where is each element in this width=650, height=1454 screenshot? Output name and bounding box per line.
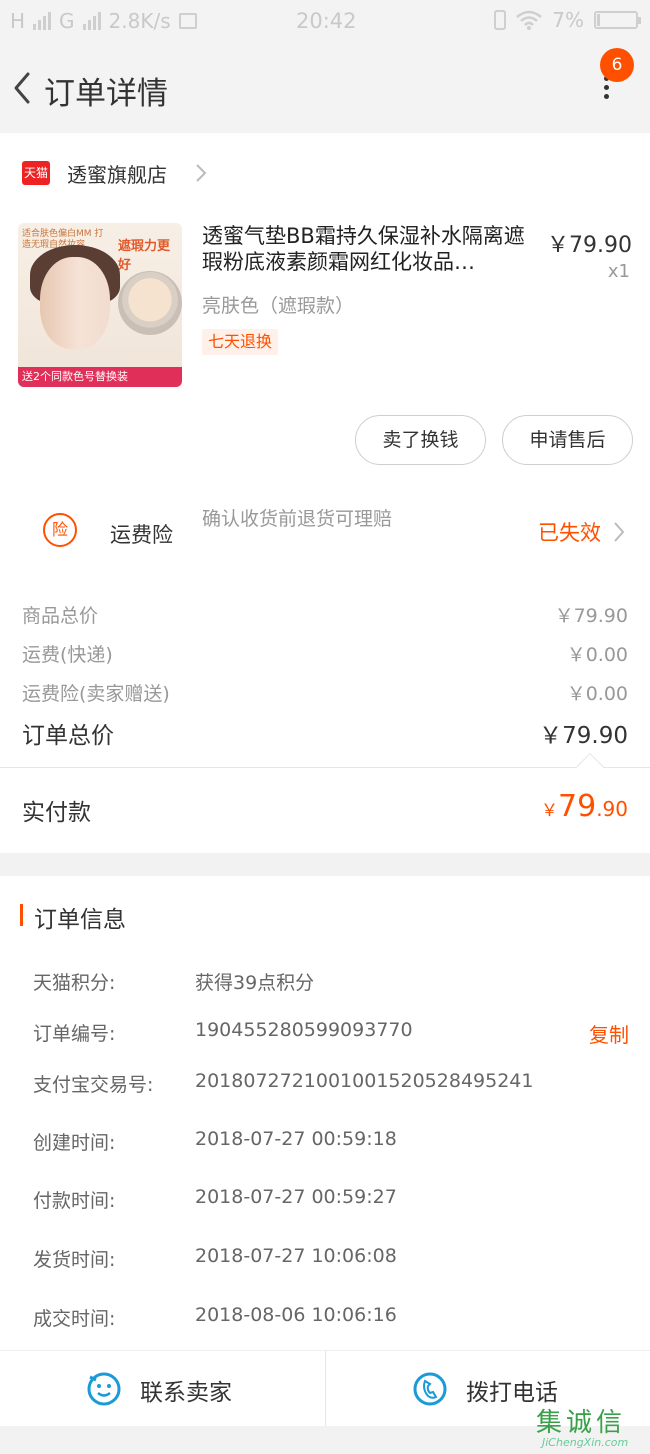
watermark-url: JiChengXin.com — [542, 1436, 629, 1449]
chevron-right-icon — [196, 164, 207, 182]
summary-row-insurance: 运费险(卖家赠送) ￥0.00 — [22, 679, 628, 705]
order-info-card: 订单信息 天猫积分: 获得39点积分 订单编号: 190455280599093… — [0, 876, 650, 1350]
paid-decimal: .90 — [596, 797, 628, 821]
insurance-name: 运费险 — [110, 523, 173, 547]
product-image[interactable]: 适合肤色偏白MM 打造无瑕自然妆容 遮瑕力更好 送2个同款色号替换装 — [18, 223, 182, 387]
model-face — [40, 257, 110, 349]
info-row-created: 创建时间: 2018-07-27 00:59:18 — [33, 1128, 629, 1154]
info-key: 支付宝交易号: — [33, 1074, 154, 1096]
info-value: 2018-08-06 10:06:16 — [195, 1304, 397, 1326]
info-value: 2018-07-27 00:59:27 — [195, 1186, 397, 1208]
summary-row-goods: 商品总价 ￥79.90 — [22, 601, 628, 627]
summary-value: ￥0.00 — [566, 644, 628, 666]
product-image-headline: 遮瑕力更好 — [118, 239, 171, 273]
chat-bubble-icon — [87, 1372, 121, 1406]
order-total-label: 订单总价 — [22, 723, 114, 749]
order-total-row: 订单总价 ￥79.90 — [22, 716, 628, 749]
paid-label: 实付款 — [22, 800, 91, 826]
tmall-logo: 天猫 — [22, 161, 50, 185]
divider — [0, 767, 650, 768]
info-row-shipped: 发货时间: 2018-07-27 10:06:08 — [33, 1245, 629, 1271]
notification-icon — [178, 13, 197, 29]
cushion-compact — [118, 271, 182, 335]
divider-notch — [575, 752, 605, 782]
copy-button[interactable]: 复制 — [589, 1019, 629, 1048]
phone-icon — [413, 1372, 447, 1406]
page-title: 订单详情 — [44, 76, 168, 112]
info-row-paid: 付款时间: 2018-07-27 00:59:27 — [33, 1186, 629, 1212]
info-key: 付款时间: — [33, 1190, 116, 1212]
order-info-title: 订单信息 — [34, 907, 126, 933]
summary-label: 运费险(卖家赠送) — [22, 683, 170, 705]
info-row-alipay-id: 支付宝交易号: 2018072721001001520528495241 — [33, 1070, 629, 1096]
signal-icon-2 — [82, 12, 101, 30]
shop-name[interactable]: 透蜜旗舰店 — [67, 159, 167, 188]
info-row-completed: 成交时间: 2018-08-06 10:06:16 — [33, 1304, 629, 1330]
info-value: 190455280599093770 — [195, 1019, 413, 1041]
paid-amount: ￥79.90 — [541, 789, 628, 824]
info-value: 2018-07-27 00:59:18 — [195, 1128, 397, 1150]
info-key: 创建时间: — [33, 1132, 116, 1154]
product-price: ￥79.90 — [547, 233, 632, 258]
info-key: 成交时间: — [33, 1308, 116, 1330]
order-total-value: ￥79.90 — [539, 723, 628, 749]
contact-seller-label: 联系卖家 — [140, 1380, 232, 1406]
info-value: 2018072721001001520528495241 — [195, 1070, 534, 1092]
paid-integer: 79 — [558, 789, 597, 824]
info-key: 天猫积分: — [33, 972, 116, 994]
clock: 20:42 — [296, 9, 357, 33]
summary-value: ￥79.90 — [554, 605, 628, 627]
product-sku: 亮肤色（遮瑕款） — [202, 295, 355, 317]
info-value: 获得39点积分 — [195, 972, 315, 994]
watermark: 集诚信 JiChengXin.com — [528, 1400, 648, 1452]
info-key: 订单编号: — [33, 1023, 116, 1045]
info-row-points: 天猫积分: 获得39点积分 — [33, 968, 629, 994]
summary-row-shipping: 运费(快递) ￥0.00 — [22, 640, 628, 666]
shipping-insurance-row[interactable]: 险 运费险 确认收货前退货可理赔 已失效 — [0, 493, 650, 569]
back-arrow-icon[interactable] — [8, 68, 38, 108]
product-title[interactable]: 透蜜气垫BB霜持久保湿补水隔离遮瑕粉底液素颜霜网红化妆品… — [202, 223, 542, 275]
status-bar: H G 2.8K/s 20:42 7% — [0, 0, 650, 46]
watermark-logo: 集诚信 — [536, 1408, 627, 1438]
contact-seller-button[interactable]: 联系卖家 — [0, 1351, 325, 1427]
sell-exchange-button[interactable]: 卖了换钱 — [355, 415, 486, 465]
vibrate-icon — [494, 10, 507, 30]
network-type-label: G — [59, 9, 75, 33]
insurance-description: 确认收货前退货可理赔 — [202, 508, 393, 530]
summary-value: ￥0.00 — [566, 683, 628, 705]
wifi-icon — [516, 10, 543, 30]
info-key: 发货时间: — [33, 1249, 116, 1271]
after-sale-button[interactable]: 申请售后 — [502, 415, 633, 465]
message-badge: 6 — [600, 48, 634, 82]
paid-currency: ￥ — [541, 801, 558, 821]
insurance-status: 已失效 — [538, 521, 601, 545]
summary-label: 运费(快递) — [22, 644, 113, 666]
product-quantity: x1 — [607, 261, 630, 282]
order-card: 天猫 透蜜旗舰店 适合肤色偏白MM 打造无瑕自然妆容 遮瑕力更好 送2个同款色号… — [0, 133, 650, 853]
battery-level — [597, 14, 600, 26]
section-accent-bar — [20, 904, 23, 926]
shop-row[interactable]: 天猫 透蜜旗舰店 — [0, 153, 650, 193]
chevron-right-icon — [614, 522, 625, 542]
signal-icon — [33, 12, 52, 30]
product-image-strip: 送2个同款色号替换装 — [18, 367, 182, 387]
info-row-order-number: 订单编号: 190455280599093770 复制 — [33, 1019, 629, 1048]
service-tag: 七天退换 — [202, 329, 279, 355]
battery-percent: 7% — [552, 8, 584, 32]
network-speed: 2.8K/s — [108, 9, 171, 33]
summary-label: 商品总价 — [22, 605, 99, 627]
nav-bar: 订单详情 6 — [0, 46, 650, 132]
insurance-icon: 险 — [43, 513, 77, 547]
info-value: 2018-07-27 10:06:08 — [195, 1245, 397, 1267]
battery-icon — [594, 11, 641, 29]
carrier-label: H — [10, 9, 26, 33]
